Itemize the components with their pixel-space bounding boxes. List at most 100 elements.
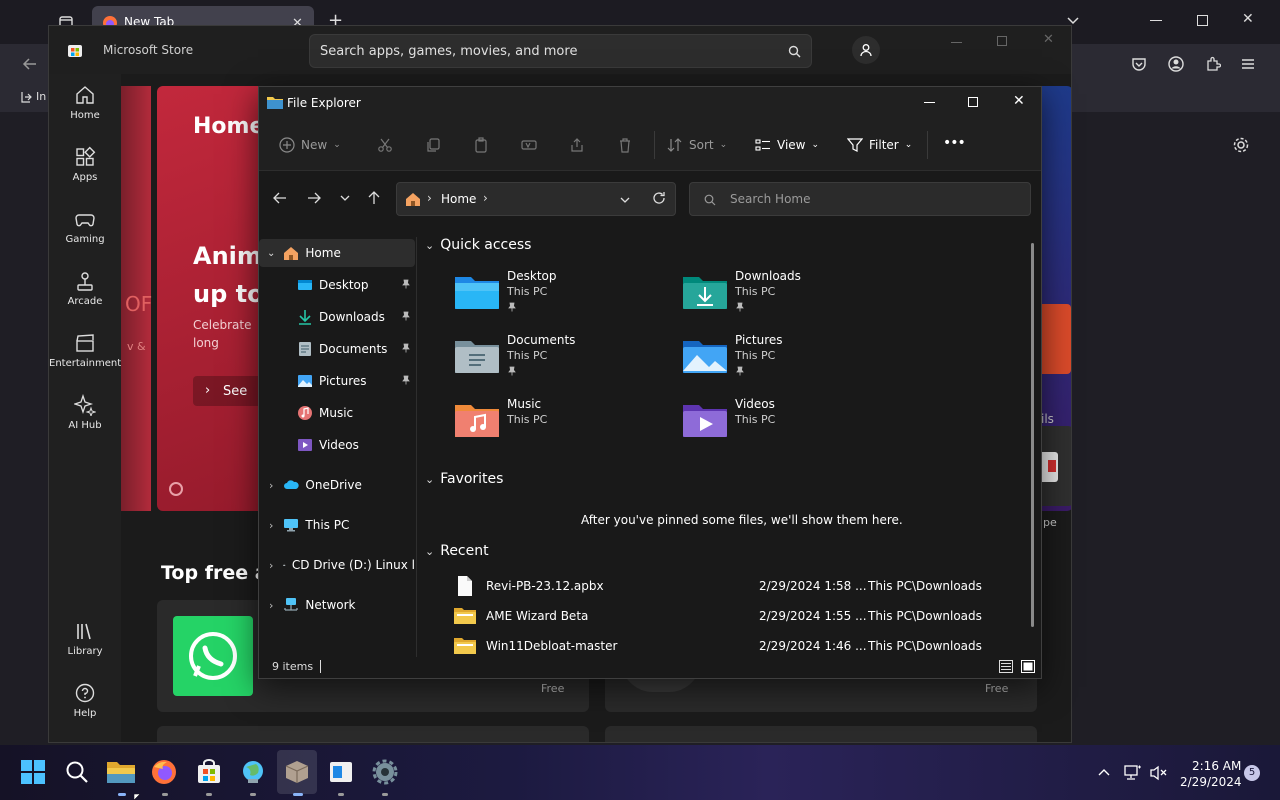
menu-icon[interactable] xyxy=(1241,57,1255,71)
tiles-view-icon[interactable] xyxy=(1021,660,1035,673)
up-arrow-icon[interactable] xyxy=(367,191,381,205)
refresh-icon[interactable] xyxy=(652,191,666,205)
chevron-right-icon[interactable]: › xyxy=(483,191,488,205)
start-windows-icon[interactable] xyxy=(20,759,48,787)
nav-onedrive[interactable]: › OneDrive xyxy=(259,471,415,499)
chevron-right-icon[interactable]: › xyxy=(269,519,273,532)
recent-locations-icon[interactable] xyxy=(339,193,351,203)
network-globe-taskbar-icon[interactable] xyxy=(240,759,268,787)
import-bookmarks-link[interactable]: In xyxy=(20,90,46,103)
chevron-right-icon[interactable]: › xyxy=(269,479,273,492)
breadcrumb-home[interactable]: Home xyxy=(441,192,476,206)
browser-minimize-button[interactable] xyxy=(1150,20,1162,21)
clock-time[interactable]: 2:16 AM xyxy=(1192,759,1241,773)
store-nav-arcade[interactable]: Arcade xyxy=(49,270,121,307)
pocket-icon[interactable] xyxy=(1131,56,1147,72)
settings-taskbar-icon[interactable] xyxy=(372,759,400,787)
pause-icon[interactable] xyxy=(169,482,183,496)
nav-music[interactable]: Music xyxy=(259,399,415,427)
address-bar[interactable]: › Home › xyxy=(396,182,676,216)
back-arrow-icon[interactable] xyxy=(22,56,38,72)
store-nav-help[interactable]: Help xyxy=(49,682,121,719)
nav-this-pc[interactable]: › This PC xyxy=(259,511,415,539)
copy-button[interactable] xyxy=(425,137,441,153)
extensions-icon[interactable] xyxy=(1205,56,1221,72)
chevron-down-icon[interactable]: ⌄ xyxy=(267,248,275,259)
explorer-search-box[interactable]: Search Home xyxy=(689,182,1031,216)
recent-file-row[interactable]: Revi-PB-23.12.apbx 2/29/2024 1:58 ... Th… xyxy=(449,571,1009,601)
new-button[interactable]: New ⌄ xyxy=(279,137,341,153)
store-close-button[interactable]: ✕ xyxy=(1043,32,1054,47)
rename-button[interactable] xyxy=(521,137,537,153)
quick-access-header[interactable]: ⌄ Quick access xyxy=(425,237,531,253)
quick-access-videos[interactable]: Videos This PC xyxy=(683,397,903,453)
chevron-right-icon[interactable]: › xyxy=(269,559,273,572)
speaker-muted-icon[interactable] xyxy=(1150,765,1168,781)
delete-button[interactable] xyxy=(617,137,633,153)
quick-access-pictures[interactable]: Pictures This PC xyxy=(683,333,903,389)
taskbar-search-icon[interactable] xyxy=(64,759,92,787)
store-search-box[interactable]: Search apps, games, movies, and more xyxy=(309,34,812,68)
chevron-right-icon[interactable]: › xyxy=(269,599,273,612)
browser-maximize-button[interactable] xyxy=(1197,15,1208,26)
hero-banner-left[interactable]: OF v & xyxy=(121,86,152,511)
details-view-icon[interactable] xyxy=(999,660,1013,673)
firefox-taskbar-icon[interactable] xyxy=(151,759,179,787)
app-window-taskbar-icon[interactable] xyxy=(328,759,356,787)
nav-documents[interactable]: Documents xyxy=(259,335,415,363)
settings-gear-icon[interactable] xyxy=(1232,136,1250,154)
store-maximize-button[interactable] xyxy=(997,36,1007,46)
app-card-4[interactable] xyxy=(605,726,1037,742)
system-tray-chevron-up-icon[interactable] xyxy=(1097,767,1111,777)
store-nav-ai-hub[interactable]: AI Hub xyxy=(49,394,121,431)
pin-icon[interactable] xyxy=(401,311,411,321)
app-card-3[interactable] xyxy=(157,726,589,742)
nav-pictures[interactable]: Pictures xyxy=(259,367,415,395)
quick-access-documents[interactable]: Documents This PC xyxy=(455,333,675,389)
address-dropdown-icon[interactable] xyxy=(619,195,631,205)
store-nav-apps[interactable]: Apps xyxy=(49,146,121,183)
back-arrow-icon[interactable] xyxy=(273,191,287,205)
store-account-button[interactable] xyxy=(852,36,880,64)
network-status-icon[interactable] xyxy=(1124,765,1142,781)
recent-file-row[interactable]: AME Wizard Beta 2/29/2024 1:55 ... This … xyxy=(449,601,1009,631)
store-nav-gaming[interactable]: Gaming xyxy=(49,208,121,245)
nav-downloads[interactable]: Downloads xyxy=(259,303,415,331)
search-icon[interactable] xyxy=(788,45,801,58)
pin-icon[interactable] xyxy=(401,343,411,353)
favorites-header[interactable]: ⌄ Favorites xyxy=(425,471,503,487)
store-nav-library[interactable]: Library xyxy=(49,620,121,657)
nav-home[interactable]: ⌄ Home xyxy=(259,239,415,267)
store-nav-entertainment[interactable]: Entertainment xyxy=(49,332,121,369)
filter-button[interactable]: Filter ⌄ xyxy=(847,137,912,153)
notification-badge[interactable]: 5 xyxy=(1244,765,1260,781)
explorer-minimize-button[interactable] xyxy=(924,102,935,103)
microsoft-store-taskbar-icon[interactable] xyxy=(196,759,224,787)
cut-button[interactable] xyxy=(377,137,393,153)
vertical-scrollbar[interactable] xyxy=(1031,243,1034,627)
forward-arrow-icon[interactable] xyxy=(307,191,321,205)
hero-banner[interactable]: Home Anim up to Celebrate long › See xyxy=(157,86,273,511)
nav-cd-drive[interactable]: › CD Drive (D:) Linux l xyxy=(259,551,415,579)
package-taskbar-icon[interactable] xyxy=(284,759,312,787)
nav-desktop[interactable]: Desktop xyxy=(259,271,415,299)
store-minimize-button[interactable] xyxy=(951,42,962,43)
file-explorer-taskbar-icon[interactable] xyxy=(106,759,135,787)
paste-button[interactable] xyxy=(473,137,489,153)
share-button[interactable] xyxy=(569,137,585,153)
explorer-maximize-button[interactable] xyxy=(968,97,978,107)
quick-access-downloads[interactable]: Downloads This PC xyxy=(683,269,903,325)
quick-access-desktop[interactable]: Desktop This PC xyxy=(455,269,675,325)
store-nav-home[interactable]: Home xyxy=(49,84,121,121)
account-icon[interactable] xyxy=(1168,56,1184,72)
more-options-button[interactable]: ••• xyxy=(943,135,966,151)
nav-videos[interactable]: Videos xyxy=(259,431,415,459)
view-button[interactable]: View ⌄ xyxy=(755,137,819,153)
explorer-close-button[interactable]: ✕ xyxy=(1013,93,1025,109)
browser-close-button[interactable]: ✕ xyxy=(1242,11,1254,27)
sort-button[interactable]: Sort ⌄ xyxy=(667,137,727,153)
pin-icon[interactable] xyxy=(401,279,411,289)
clock-date[interactable]: 2/29/2024 xyxy=(1180,775,1242,789)
pin-icon[interactable] xyxy=(401,375,411,385)
quick-access-music[interactable]: Music This PC xyxy=(455,397,675,453)
